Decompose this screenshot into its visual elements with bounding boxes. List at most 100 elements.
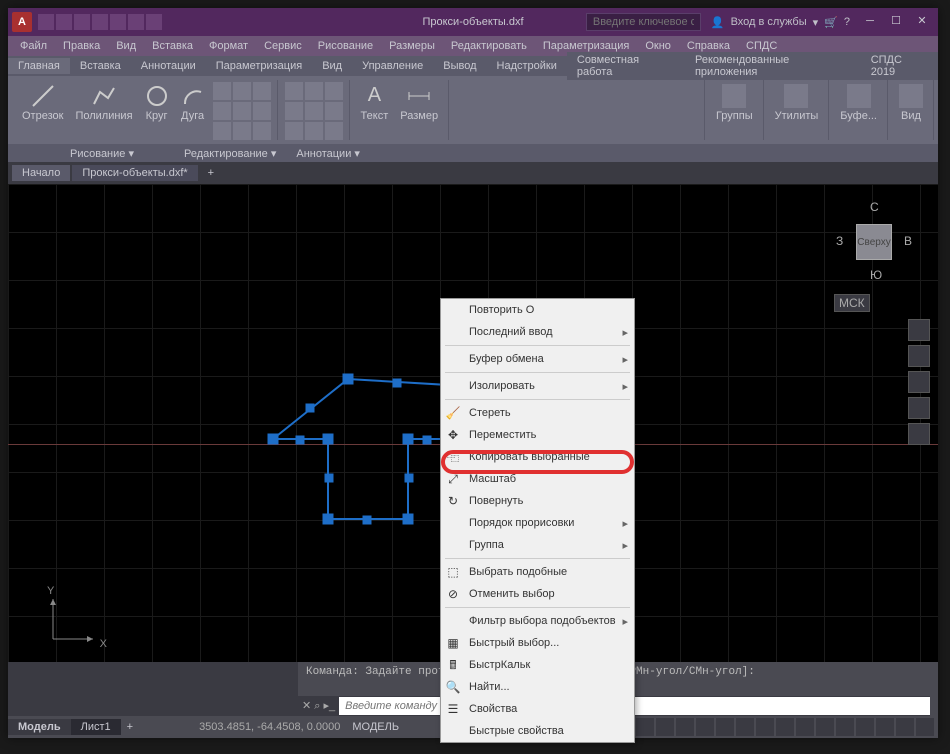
tool-icon[interactable] [253, 122, 271, 140]
tab-insert[interactable]: Вставка [70, 58, 131, 74]
tool-clipboard[interactable]: Буфе... [836, 82, 881, 124]
ctx-буфер-обмена[interactable]: Буфер обмена [441, 348, 634, 370]
menu-modify[interactable]: Редактировать [443, 38, 535, 54]
tool-icon[interactable] [213, 102, 231, 120]
tab-addins[interactable]: Надстройки [487, 58, 567, 74]
tool-line[interactable]: Отрезок [18, 82, 67, 140]
tab-home[interactable]: Главная [8, 58, 70, 74]
tab-output[interactable]: Вывод [433, 58, 486, 74]
new-doc-button[interactable]: + [200, 165, 222, 181]
model-tab[interactable]: Модель [8, 719, 71, 735]
tool-icon[interactable] [213, 82, 231, 100]
qat-saveas-icon[interactable] [92, 14, 108, 30]
status-osnap-icon[interactable] [696, 718, 714, 736]
ctx-стереть[interactable]: 🧹Стереть [441, 402, 634, 424]
model-space-label[interactable]: МОДЕЛЬ [352, 721, 399, 733]
status-transp-icon[interactable] [756, 718, 774, 736]
tool-icon[interactable] [213, 122, 231, 140]
ctx-выбрать-подобные[interactable]: ⬚Выбрать подобные [441, 561, 634, 583]
maximize-button[interactable]: ☐ [884, 12, 908, 32]
modify-icon[interactable] [305, 102, 323, 120]
tool-icon[interactable] [233, 102, 251, 120]
viewcube-top[interactable]: Сверху [856, 224, 892, 260]
doc-tab-start[interactable]: Начало [12, 165, 70, 181]
nav-zoom-icon[interactable] [908, 371, 930, 393]
nav-pan-icon[interactable] [908, 345, 930, 367]
tool-dimension[interactable]: Размер [396, 82, 442, 124]
tool-view[interactable]: Вид [895, 82, 927, 124]
modify-icon[interactable] [325, 102, 343, 120]
qat-new-icon[interactable] [38, 14, 54, 30]
tool-arc[interactable]: Дуга [177, 82, 209, 140]
modify-icon[interactable] [305, 82, 323, 100]
menu-insert[interactable]: Вставка [144, 38, 201, 54]
modify-icon[interactable] [285, 102, 303, 120]
status-isolate-icon[interactable] [856, 718, 874, 736]
status-polar-icon[interactable] [676, 718, 694, 736]
qat-print-icon[interactable] [110, 14, 126, 30]
status-snap-icon[interactable] [636, 718, 654, 736]
search-input[interactable] [586, 13, 701, 31]
status-clean-icon[interactable] [896, 718, 914, 736]
layout-tab[interactable]: Лист1 [71, 719, 121, 735]
menu-draw[interactable]: Рисование [310, 38, 381, 54]
login-label[interactable]: Вход в службы [731, 16, 807, 28]
tool-utilities[interactable]: Утилиты [771, 82, 823, 124]
menu-format[interactable]: Формат [201, 38, 256, 54]
modify-icon[interactable] [305, 122, 323, 140]
menu-dimensions[interactable]: Размеры [381, 38, 443, 54]
nav-wheel-icon[interactable] [908, 319, 930, 341]
modify-icon[interactable] [325, 82, 343, 100]
minimize-button[interactable]: ─ [858, 12, 882, 32]
menu-file[interactable]: Файл [12, 38, 55, 54]
app-icon[interactable]: A [12, 12, 32, 32]
status-ortho-icon[interactable] [656, 718, 674, 736]
qat-save-icon[interactable] [74, 14, 90, 30]
status-lwt-icon[interactable] [736, 718, 754, 736]
modify-icon[interactable] [285, 122, 303, 140]
menu-edit[interactable]: Правка [55, 38, 108, 54]
ctx-свойства[interactable]: ☰Свойства [441, 698, 634, 720]
help-icon[interactable]: ? [844, 16, 850, 28]
ctx-быстрые-свойства[interactable]: Быстрые свойства [441, 720, 634, 742]
tool-icon[interactable] [253, 102, 271, 120]
status-anno-icon[interactable] [796, 718, 814, 736]
nav-orbit-icon[interactable] [908, 397, 930, 419]
ctx-быстрый-выбор-[interactable]: ▦Быстрый выбор... [441, 632, 634, 654]
ctx-копировать-выбранные[interactable]: ⿻Копировать выбранные [441, 446, 634, 468]
ctx-изолировать[interactable]: Изолировать [441, 375, 634, 397]
viewcube[interactable]: С З В Ю Сверху МСК [834, 194, 914, 304]
tab-spds[interactable]: СПДС 2019 [861, 52, 938, 80]
tab-manage[interactable]: Управление [352, 58, 433, 74]
tab-collab[interactable]: Совместная работа [567, 52, 685, 80]
status-cycle-icon[interactable] [776, 718, 794, 736]
ctx-быстркальк[interactable]: 🖩БыстрКальк [441, 654, 634, 676]
tool-circle[interactable]: Круг [141, 82, 173, 140]
ctx-фильтр-выбора-подобъектов[interactable]: Фильтр выбора подобъектов [441, 610, 634, 632]
login-icon[interactable]: 👤 [711, 16, 725, 29]
doc-tab-active[interactable]: Прокси-объекты.dxf* [72, 165, 197, 181]
menu-view[interactable]: Вид [108, 38, 144, 54]
panel-modify[interactable]: Редактирование ▾ [184, 147, 276, 160]
nav-showm-icon[interactable] [908, 423, 930, 445]
status-monitor-icon[interactable] [836, 718, 854, 736]
panel-annotate[interactable]: Аннотации ▾ [296, 147, 360, 160]
tool-icon[interactable] [253, 82, 271, 100]
tool-groups[interactable]: Группы [712, 82, 757, 124]
tab-parametric[interactable]: Параметризация [206, 58, 312, 74]
ctx-последний-ввод[interactable]: Последний ввод [441, 321, 634, 343]
tool-polyline[interactable]: Полилиния [71, 82, 136, 140]
menu-service[interactable]: Сервис [256, 38, 310, 54]
add-layout-button[interactable]: + [121, 721, 139, 733]
dropdown-icon[interactable]: ▾ [813, 16, 819, 29]
qat-redo-icon[interactable] [146, 14, 162, 30]
ctx-найти-[interactable]: 🔍Найти... [441, 676, 634, 698]
ctx-группа[interactable]: Группа [441, 534, 634, 556]
ctx-отменить-выбор[interactable]: ⊘Отменить выбор [441, 583, 634, 605]
qat-open-icon[interactable] [56, 14, 72, 30]
tool-text[interactable]: AТекст [357, 82, 393, 124]
tab-annotate[interactable]: Аннотации [131, 58, 206, 74]
status-workspace-icon[interactable] [816, 718, 834, 736]
tool-icon[interactable] [233, 122, 251, 140]
tab-view[interactable]: Вид [312, 58, 352, 74]
